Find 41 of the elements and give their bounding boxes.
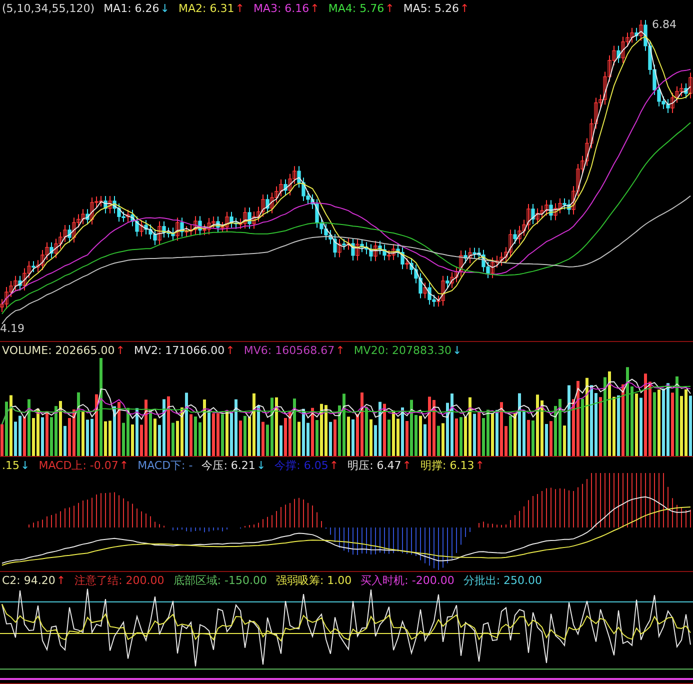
indicator-value: 明撑: 6.13: [420, 458, 474, 472]
trend-arrow: ↑: [475, 458, 484, 472]
indicator-value: MV2: 171066.00: [134, 344, 225, 356]
indicator-value: 底部区域: -150.00: [173, 572, 267, 588]
trend-arrow: ↑: [460, 2, 470, 14]
indicator-value: 今撑: 6.05: [274, 458, 328, 472]
trend-arrow: ↑: [56, 574, 66, 586]
indicator-value: 注意了结: 200.00: [74, 572, 164, 588]
trend-arrow: ↑: [310, 2, 320, 14]
indicator-value: 分批出: 250.00: [463, 572, 542, 588]
trend-arrow: ↑: [119, 458, 129, 472]
trend-arrow: ↑: [329, 458, 339, 472]
indicator-value: MA1: 6.26: [104, 2, 160, 14]
indicator-value: MACD下: -: [138, 458, 193, 472]
trend-arrow: ↑: [385, 2, 394, 14]
indicator-value: MA3: 6.16: [253, 2, 310, 14]
indicator-value: MV20: 207883.30: [354, 344, 452, 356]
trend-arrow: ↑: [235, 2, 244, 14]
trend-arrow: ↓: [160, 2, 170, 14]
trend-arrow: ↑: [336, 344, 345, 356]
indicator-value: 今压: 6.21: [202, 458, 256, 472]
indicator-value: .15: [2, 458, 20, 472]
indicator-value: MACD上: -0.07: [38, 458, 118, 472]
trend-arrow: ↑: [116, 344, 125, 356]
trend-arrow: ↓: [452, 344, 462, 356]
indicator-value: MA4: 5.76: [328, 2, 384, 14]
indicator-value: C2: 94.20: [2, 574, 56, 586]
indicator-value: MA5: 5.26: [403, 2, 460, 14]
price-high-label: 6.84: [652, 18, 676, 31]
indicator-value: VOLUME: 202665.00: [2, 344, 115, 356]
price-low-label: 4.19: [0, 322, 24, 335]
trend-arrow: ↑: [402, 458, 412, 472]
trend-arrow: ↓: [20, 458, 30, 472]
indicator-value: (5,10,34,55,120): [2, 2, 95, 14]
trend-arrow: ↑: [226, 344, 235, 356]
indicator-value: MV6: 160568.67: [244, 344, 335, 356]
indicator-value: MA2: 6.31: [178, 2, 234, 14]
indicator-value: 强弱吸筹: 1.00: [276, 572, 352, 588]
trend-arrow: ↓: [256, 458, 266, 472]
indicator-value: 买入时机: -200.00: [360, 572, 454, 588]
indicator-value: 明压: 6.47: [348, 458, 402, 472]
